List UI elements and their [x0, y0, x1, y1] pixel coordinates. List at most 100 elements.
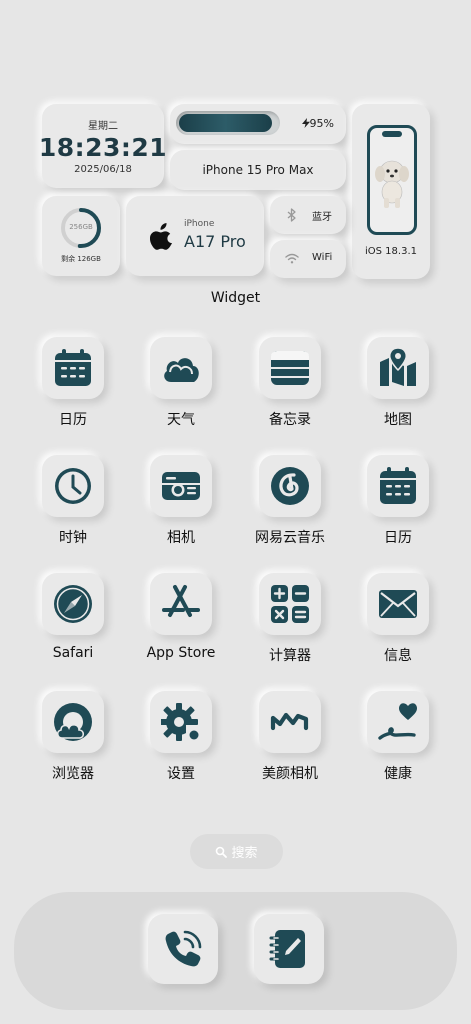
app-calculator[interactable]: 计算器 — [240, 573, 340, 673]
app-tile[interactable] — [259, 691, 321, 753]
notebook-icon — [269, 930, 305, 968]
chip-widget[interactable]: iPhone A17 Pro — [126, 196, 264, 276]
app-tile[interactable] — [150, 691, 212, 753]
calendar-icon — [380, 467, 416, 504]
compass-icon — [54, 585, 92, 623]
phone-frame — [367, 125, 417, 235]
app-label: 设置 — [167, 766, 195, 782]
dock-phone-app[interactable] — [148, 914, 218, 984]
map-icon — [380, 348, 416, 386]
app-tile[interactable] — [259, 455, 321, 517]
app-label: 美颜相机 — [262, 766, 318, 782]
app-tile[interactable] — [367, 337, 429, 399]
app-label: 天气 — [167, 412, 195, 428]
app-tile[interactable] — [367, 455, 429, 517]
battery-bar — [176, 111, 280, 135]
app-messages[interactable]: 信息 — [348, 573, 448, 673]
search-icon — [216, 846, 228, 858]
app-tile[interactable] — [150, 573, 212, 635]
app-tile[interactable] — [367, 573, 429, 635]
search-label: 搜索 — [231, 846, 258, 861]
widget-section-title: Widget — [210, 290, 261, 306]
puppy-image — [375, 160, 409, 208]
storage-total: 256GB — [69, 223, 93, 231]
date-time-widget[interactable]: 星期二 18:23:21 2025/06/18 — [38, 104, 168, 188]
notes-icon — [271, 351, 309, 385]
wifi-toggle[interactable]: WiFi — [270, 240, 346, 278]
storage-widget[interactable]: 256GB 剩余 126GB — [42, 196, 120, 276]
apple-logo-icon — [150, 223, 172, 250]
app-tile[interactable] — [259, 573, 321, 635]
dock-notebook-app[interactable] — [254, 914, 324, 984]
dynamic-island — [382, 131, 402, 137]
app-clock[interactable]: 时钟 — [23, 455, 123, 555]
beauty-camera-icon — [270, 712, 309, 731]
bluetooth-label: 蓝牙 — [312, 212, 332, 223]
battery-fill — [179, 114, 273, 132]
app-tile[interactable] — [150, 455, 212, 517]
app-label: 浏览器 — [52, 766, 94, 782]
app-label: 备忘录 — [269, 412, 311, 428]
heart-icon — [378, 703, 418, 740]
calendar-icon — [55, 349, 91, 386]
mail-icon — [379, 590, 417, 618]
bluetooth-toggle[interactable]: 蓝牙 — [270, 196, 346, 234]
app-label: 相机 — [167, 530, 195, 546]
battery-widget[interactable]: 95% — [170, 104, 346, 144]
app-calendar[interactable]: 日历 — [23, 337, 123, 437]
app-tile[interactable] — [42, 337, 104, 399]
browser-icon — [54, 703, 92, 741]
app-tile[interactable] — [42, 455, 104, 517]
weekday-text: 星期二 — [88, 121, 118, 132]
chip-name: A17 Pro — [184, 232, 246, 251]
calculator-icon — [271, 585, 309, 623]
clock-time: 18:23:21 — [38, 133, 168, 162]
app-beauty-camera[interactable]: 美颜相机 — [240, 691, 340, 791]
storage-remaining: 剩余 126GB — [61, 255, 101, 263]
app-health[interactable]: 健康 — [348, 691, 448, 791]
date-text: 2025/06/18 — [74, 164, 132, 175]
wifi-label: WiFi — [312, 252, 333, 263]
app-browser[interactable]: 浏览器 — [23, 691, 123, 791]
clock-icon — [55, 468, 91, 504]
phone-icon — [165, 930, 202, 967]
camera-icon — [162, 472, 200, 500]
charging-bolt-icon — [301, 118, 310, 128]
phone-widget[interactable]: iOS 18.3.1 — [352, 104, 430, 279]
app-label: 时钟 — [59, 530, 87, 546]
wifi-icon — [285, 253, 299, 264]
app-label: 计算器 — [269, 648, 311, 664]
app-label: Safari — [52, 645, 94, 661]
app-tile[interactable] — [150, 337, 212, 399]
netease-music-icon — [271, 467, 309, 505]
app-label: 日历 — [384, 530, 412, 546]
dock — [14, 892, 457, 1010]
bluetooth-icon — [287, 208, 296, 222]
app-notes[interactable]: 备忘录 — [240, 337, 340, 437]
app-tile[interactable] — [42, 573, 104, 635]
cloud-icon — [164, 358, 199, 382]
app-store-icon — [162, 585, 200, 617]
app-calendar-2[interactable]: 日历 — [348, 455, 448, 555]
app-label: 地图 — [384, 412, 412, 428]
app-tile[interactable] — [42, 691, 104, 753]
app-label: 健康 — [384, 766, 412, 782]
app-tile[interactable] — [367, 691, 429, 753]
os-version: iOS 18.3.1 — [365, 246, 417, 257]
app-netease-music[interactable]: 网易云音乐 — [240, 455, 340, 555]
app-tile[interactable] — [259, 337, 321, 399]
app-label: 信息 — [384, 648, 412, 664]
app-safari[interactable]: Safari — [23, 573, 123, 673]
app-camera[interactable]: 相机 — [131, 455, 231, 555]
gear-icon — [161, 703, 199, 742]
app-settings[interactable]: 设置 — [131, 691, 231, 791]
search-button[interactable]: 搜索 — [190, 834, 283, 869]
app-app-store[interactable]: App Store — [131, 573, 231, 673]
app-maps[interactable]: 地图 — [348, 337, 448, 437]
app-label: 日历 — [59, 412, 87, 428]
model-name: iPhone 15 Pro Max — [202, 163, 314, 177]
battery-percent-text: 95% — [309, 117, 334, 130]
chip-brand: iPhone — [184, 219, 215, 229]
app-weather[interactable]: 天气 — [131, 337, 231, 437]
model-widget[interactable]: iPhone 15 Pro Max — [170, 150, 346, 190]
